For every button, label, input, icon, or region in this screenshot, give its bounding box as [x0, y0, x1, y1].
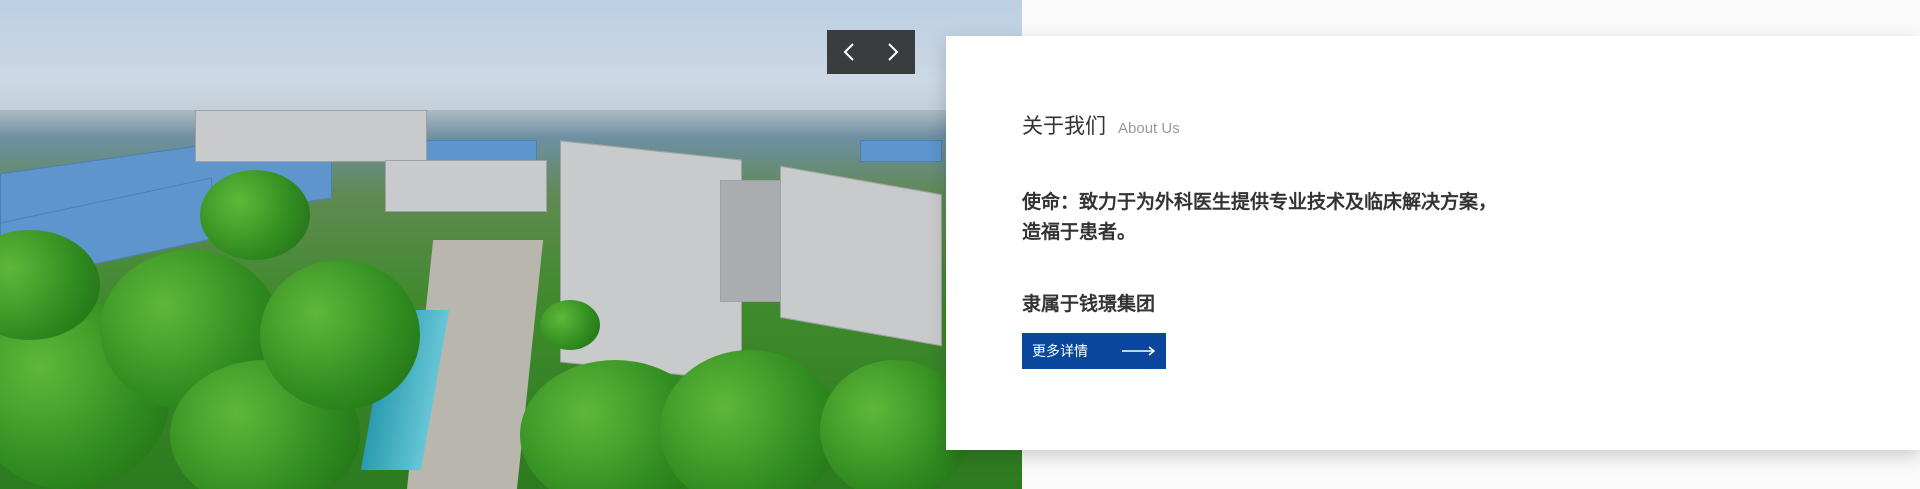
slider-controls [827, 30, 915, 74]
tree [200, 170, 310, 260]
tree [540, 300, 600, 350]
building-right [780, 165, 942, 347]
mission-line-2: 造福于患者。 [1022, 221, 1137, 243]
building-mid [385, 160, 547, 212]
mission-line-1: 使命：致力于为外科医生提供专业技术及临床解决方案， [1022, 191, 1498, 213]
about-title: 关于我们 [1022, 114, 1106, 138]
mission-text: 使命：致力于为外科医生提供专业技术及临床解决方案， 造福于患者。 [1022, 187, 1582, 247]
tree [260, 260, 420, 410]
roof-right [860, 140, 942, 162]
building-back [195, 110, 427, 162]
slider-next-button[interactable] [871, 30, 915, 74]
more-details-label: 更多详情 [1032, 344, 1088, 360]
chevron-left-icon [843, 43, 854, 61]
more-details-button[interactable]: 更多详情 [1022, 333, 1166, 369]
long-arrow-right-icon [1122, 346, 1156, 356]
slider-prev-button[interactable] [827, 30, 871, 74]
about-heading: 关于我们 About Us [1022, 110, 1180, 140]
affiliation-text: 隶属于钱璟集团 [1022, 293, 1156, 315]
about-subtitle: About Us [1118, 120, 1180, 137]
about-panel: 关于我们 About Us 使命：致力于为外科医生提供专业技术及临床解决方案， … [946, 36, 1920, 450]
chevron-right-icon [888, 43, 899, 61]
